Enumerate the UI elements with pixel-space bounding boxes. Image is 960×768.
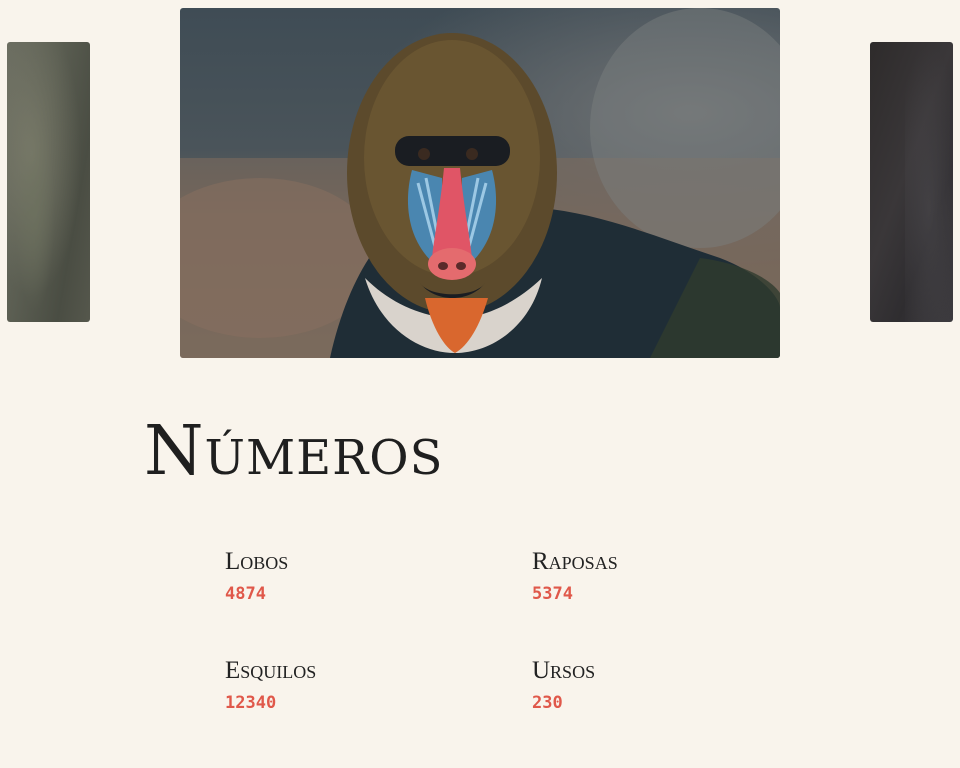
stat-value: 12340 (225, 693, 277, 713)
stat-value: 5374 (532, 584, 573, 604)
stat-item: Ursos 230 (532, 658, 752, 712)
carousel-slide-previous[interactable] (7, 42, 90, 322)
image-carousel[interactable] (0, 0, 960, 370)
stat-item: Esquilos 12340 (225, 658, 445, 712)
stat-value: 230 (532, 693, 563, 713)
stat-label: Lobos (225, 548, 289, 575)
mandrill-photo (180, 8, 780, 358)
carousel-slide-active[interactable] (180, 8, 780, 358)
stat-label: Raposas (532, 548, 618, 575)
stat-label: Esquilos (225, 657, 317, 684)
carousel-slide-next[interactable] (870, 42, 953, 322)
stat-label: Ursos (532, 657, 596, 684)
section-title: Números (144, 412, 444, 491)
stat-value: 4874 (225, 584, 266, 604)
stat-item: Raposas 5374 (532, 549, 752, 603)
stat-item: Lobos 4874 (225, 549, 445, 603)
